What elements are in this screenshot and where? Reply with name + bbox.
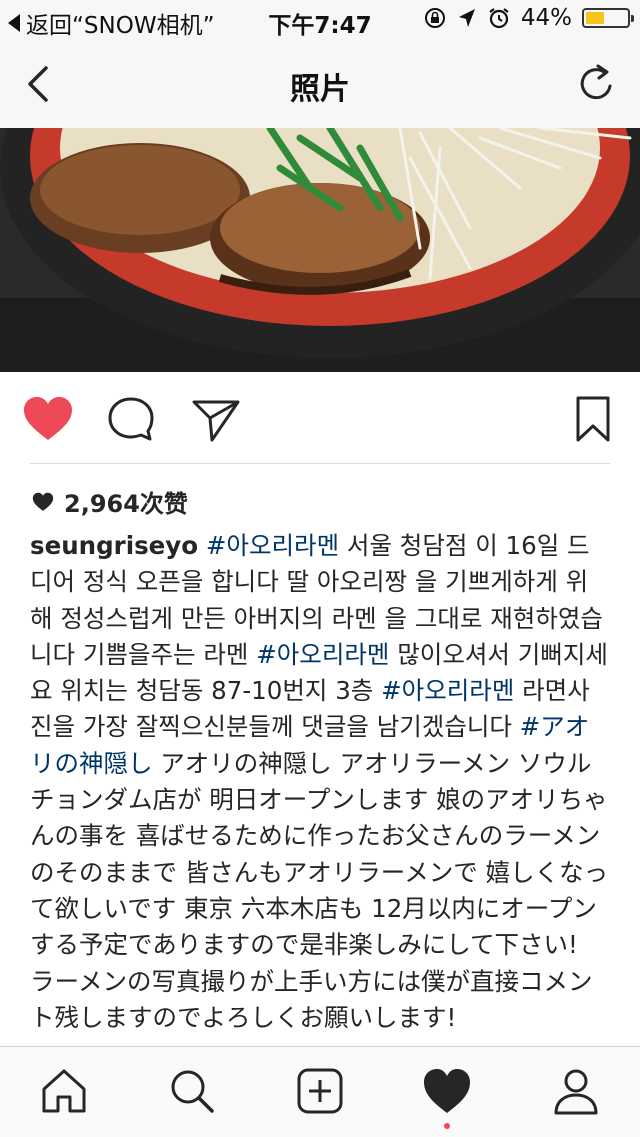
tab-bar <box>0 1046 640 1137</box>
battery-icon <box>582 8 634 28</box>
action-divider <box>30 463 610 464</box>
hashtag-link[interactable]: #아오리라멘 <box>206 531 339 560</box>
battery-tip <box>631 15 634 22</box>
post-photo[interactable] <box>0 128 640 372</box>
hashtag-link[interactable]: #아오리라멘 <box>381 676 514 705</box>
status-bar: 返回“SNOW相机” 下午7:47 44% <box>0 0 640 40</box>
ramen-photo-image <box>0 128 640 372</box>
likes-label: 2,964次赞 <box>64 490 188 518</box>
search-icon[interactable] <box>166 1065 218 1117</box>
caption-username[interactable]: seungriseyo <box>30 531 198 560</box>
likes-count[interactable]: 2,964次赞 <box>32 484 188 519</box>
comment-icon[interactable] <box>106 396 158 442</box>
caption-text: アオリの神隠し アオリラーメン ソウルチョンダム店が 明日オープンします 娘のア… <box>30 748 609 1032</box>
refresh-icon[interactable] <box>574 62 618 106</box>
battery-percent: 44% <box>520 5 572 31</box>
small-heart-icon <box>32 492 54 511</box>
location-arrow-icon <box>458 9 475 27</box>
hashtag-link[interactable]: #아오리라멘 <box>256 640 389 669</box>
like-heart-icon[interactable] <box>22 396 74 442</box>
profile-icon[interactable] <box>550 1065 602 1117</box>
battery-level-fill <box>586 12 604 24</box>
rotation-lock-icon <box>424 8 445 28</box>
share-send-icon[interactable] <box>190 396 242 442</box>
status-icons: 44% <box>423 5 634 31</box>
home-icon[interactable] <box>38 1065 90 1117</box>
alarm-icon <box>489 8 509 29</box>
bookmark-icon[interactable] <box>570 396 622 442</box>
post-actions <box>0 372 640 464</box>
post-caption: seungriseyo #아오리라멘 서울 청담점 이 16일 드디어 정식 오… <box>30 528 610 1036</box>
new-post-icon[interactable] <box>294 1065 346 1117</box>
navigation-bar: 照片 <box>0 40 640 129</box>
notification-dot <box>444 1123 450 1129</box>
activity-heart-icon[interactable] <box>421 1065 473 1117</box>
page-title: 照片 <box>290 72 350 107</box>
